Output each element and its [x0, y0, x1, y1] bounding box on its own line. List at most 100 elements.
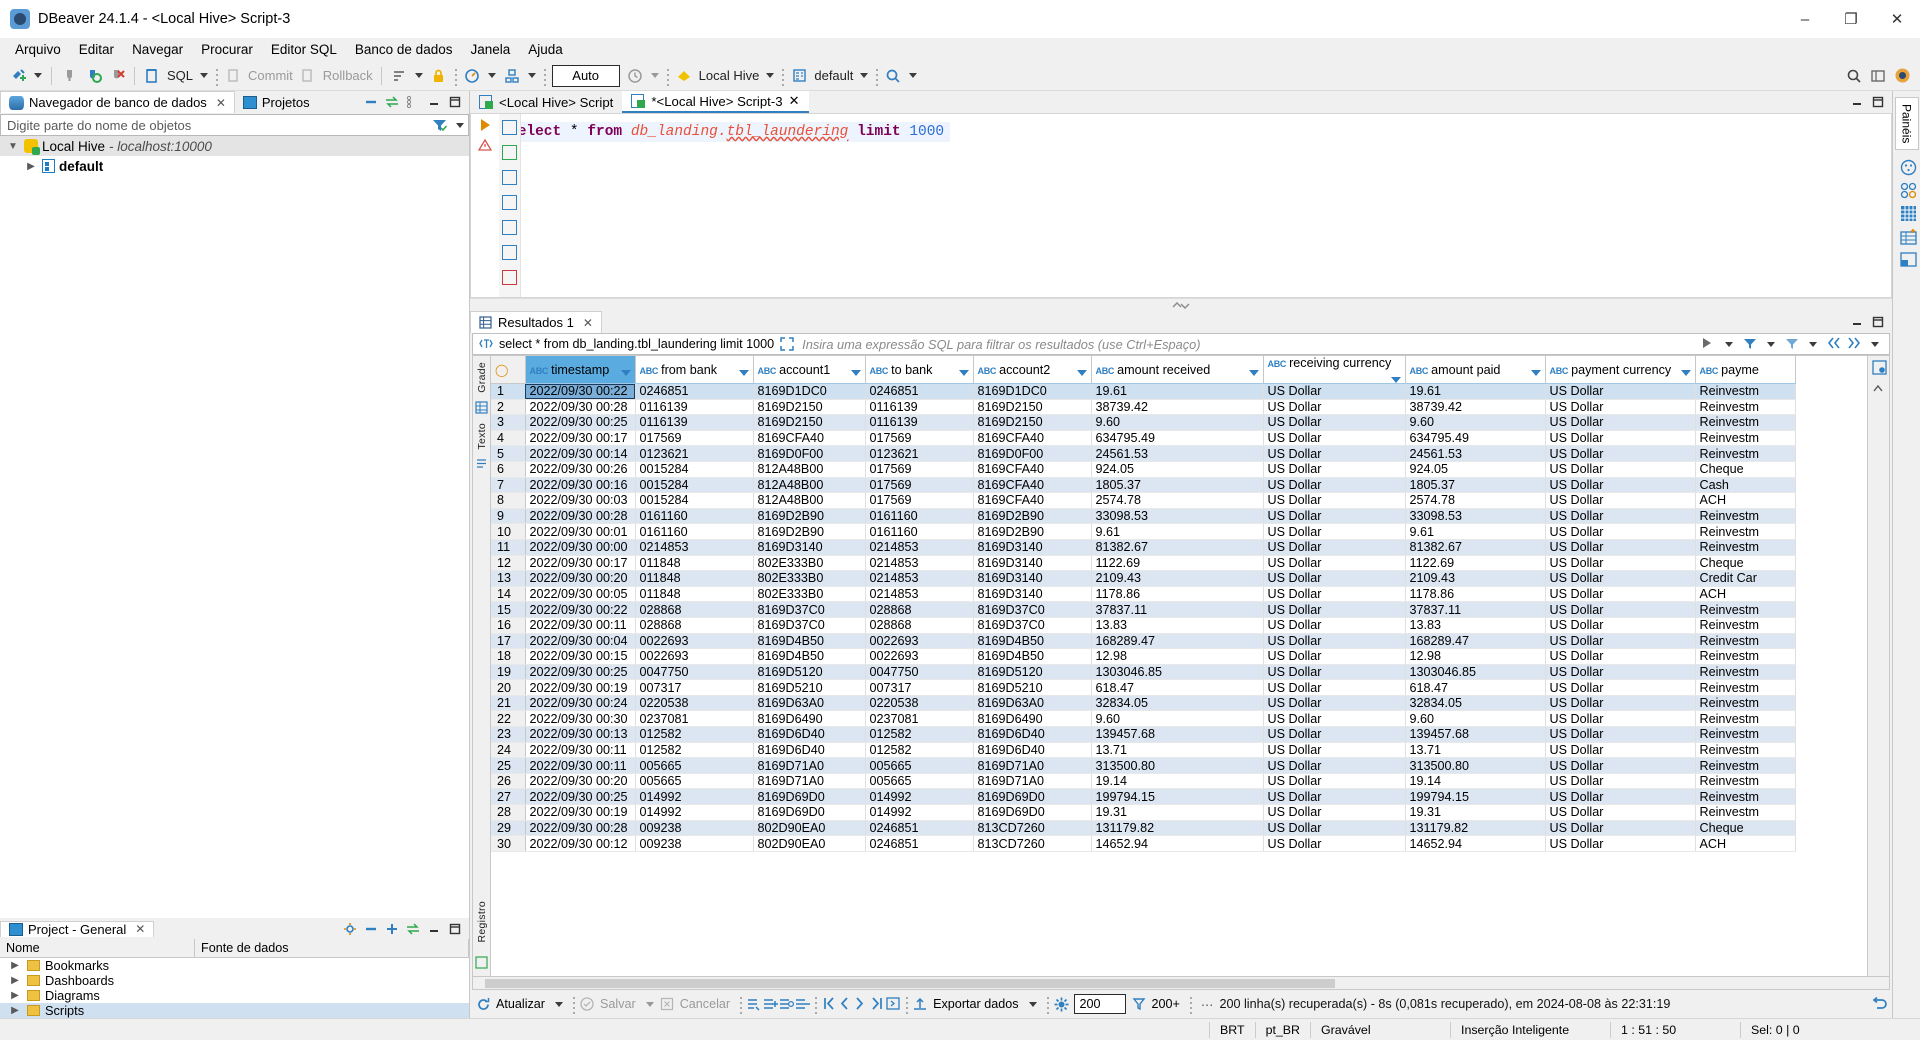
table-cell[interactable]: 13.83 [1405, 617, 1546, 634]
table-cell[interactable]: 005665 [635, 773, 754, 790]
table-cell[interactable]: 8169D4B50 [973, 648, 1092, 665]
table-cell[interactable]: US Dollar [1263, 664, 1406, 681]
table-cell[interactable]: 007317 [865, 679, 974, 696]
table-cell[interactable]: 012582 [635, 742, 754, 759]
table-cell[interactable]: 81382.67 [1405, 539, 1546, 556]
lock-icon[interactable] [427, 64, 451, 88]
table-cell[interactable]: US Dollar [1545, 773, 1696, 790]
presentation-tab-registro[interactable]: Registro [476, 901, 488, 943]
dashboard-dropdown-icon[interactable] [487, 73, 496, 78]
table-cell[interactable]: 2022/09/30 00:28 [525, 508, 636, 525]
panels-tab[interactable]: Painéis [1894, 97, 1919, 151]
table-cell[interactable]: Reinvestm [1695, 601, 1796, 618]
chevron-down-icon[interactable] [738, 369, 749, 376]
list-item-diagrams[interactable]: ▶ Diagrams [0, 988, 469, 1003]
table-cell[interactable]: 8169D69D0 [753, 788, 866, 806]
menu-item-editor-sql[interactable]: Editor SQL [262, 40, 346, 59]
search-global-icon[interactable] [1842, 64, 1866, 88]
table-cell[interactable]: Reinvestm [1695, 430, 1796, 447]
refresh-icon[interactable] [476, 997, 490, 1011]
table-row[interactable]: 20 2022/09/30 00:19 007317 8169D5210 007317 8… [491, 679, 1796, 696]
table-cell[interactable]: US Dollar [1545, 820, 1696, 837]
chevron-down-icon[interactable]: ▼ [6, 141, 20, 152]
table-row[interactable]: 29 2022/09/30 00:28 009238 802D90EA0 0246851… [491, 820, 1796, 837]
tab-resultados-1[interactable]: Resultados 1 ✕ [470, 311, 602, 333]
table-row[interactable]: 25 2022/09/30 00:11 005665 8169D71A0 005665 8… [491, 757, 1796, 774]
table-cell[interactable]: 0015284 [635, 492, 754, 509]
database-tree[interactable]: ▼ Local Hive - localhost:10000 ▶ default [0, 136, 469, 918]
table-row[interactable]: 2 2022/09/30 00:28 0116139 8169D2150 0116139… [491, 399, 1796, 416]
table-cell[interactable]: 2022/09/30 00:20 [525, 570, 636, 587]
refresh-dropdown-icon[interactable] [555, 1001, 563, 1007]
table-cell[interactable]: Reinvestm [1695, 742, 1796, 759]
execute-script-icon[interactable] [502, 195, 517, 210]
row-number-cell[interactable]: 22 [491, 710, 526, 728]
table-cell[interactable]: 618.47 [1091, 679, 1264, 696]
table-cell[interactable]: Reinvestm [1695, 710, 1796, 728]
table-cell[interactable]: 0116139 [865, 399, 974, 416]
table-cell[interactable]: 8169D71A0 [973, 757, 1092, 774]
table-cell[interactable]: 012582 [865, 742, 974, 759]
table-cell[interactable]: 1178.86 [1091, 586, 1264, 603]
table-cell[interactable]: 199794.15 [1091, 788, 1264, 806]
table-cell[interactable]: 802D90EA0 [753, 835, 866, 852]
project-tree[interactable]: ▶ Bookmarks ▶ Dashboards ▶ Diagrams ▶ Sc… [0, 958, 469, 1018]
table-cell[interactable]: 8169D2B90 [973, 508, 1092, 525]
table-cell[interactable]: 37837.11 [1405, 601, 1546, 618]
table-cell[interactable]: 005665 [865, 757, 974, 774]
table-cell[interactable]: 2022/09/30 00:28 [525, 399, 636, 416]
object-filter-input[interactable] [1, 117, 426, 133]
row-number-cell[interactable]: 20 [491, 679, 526, 696]
table-row[interactable]: 7 2022/09/30 00:16 0015284 812A48B00 017569 8… [491, 477, 1796, 494]
fetch-more-button[interactable]: 200+ [1148, 995, 1184, 1013]
minimize-view-icon[interactable] [427, 95, 441, 109]
list-item-scripts[interactable]: ▶ Scripts [0, 1003, 469, 1018]
chevron-right-icon[interactable]: ▶ [8, 990, 22, 1001]
table-cell[interactable]: 14652.94 [1405, 835, 1546, 852]
sql-editor-label[interactable]: SQL [164, 68, 196, 83]
sql-editor-dropdown-icon[interactable] [200, 73, 209, 78]
grouping-panel-icon[interactable] [1900, 182, 1916, 199]
scrollbar-thumb[interactable] [485, 978, 1335, 988]
fetch-all-rows-icon[interactable] [886, 997, 900, 1011]
table-cell[interactable]: 8169D37C0 [753, 601, 866, 618]
table-cell[interactable]: ACH [1695, 586, 1796, 603]
table-cell[interactable]: 8169D63A0 [753, 695, 866, 712]
transaction-mode-dropdown-icon[interactable] [414, 73, 423, 78]
row-number-cell[interactable]: 30 [491, 835, 526, 852]
table-cell[interactable]: 012582 [865, 726, 974, 743]
table-cell[interactable]: 2022/09/30 00:13 [525, 726, 636, 743]
table-cell[interactable]: 19.14 [1405, 773, 1546, 790]
table-cell[interactable]: 0022693 [635, 633, 754, 650]
table-cell[interactable]: 2022/09/30 00:05 [525, 586, 636, 603]
table-cell[interactable]: US Dollar [1263, 804, 1406, 821]
table-row[interactable]: 14 2022/09/30 00:05 011848 802E333B0 0214853… [491, 586, 1796, 603]
table-cell[interactable]: 2022/09/30 00:00 [525, 539, 636, 556]
results-menu-dropdown-icon[interactable] [1871, 341, 1879, 347]
table-cell[interactable]: 011848 [635, 570, 754, 587]
table-cell[interactable]: 0123621 [635, 445, 754, 462]
table-cell[interactable]: 9.61 [1091, 523, 1264, 540]
list-item-dashboards[interactable]: ▶ Dashboards [0, 973, 469, 988]
table-cell[interactable]: 19.14 [1091, 773, 1264, 790]
table-cell[interactable]: Reinvestm [1695, 648, 1796, 665]
table-cell[interactable]: 014992 [865, 804, 974, 821]
maximize-editor-icon[interactable] [1871, 95, 1885, 109]
table-cell[interactable]: 2022/09/30 00:25 [525, 664, 636, 681]
table-cell[interactable]: 1805.37 [1405, 477, 1546, 494]
table-cell[interactable]: 19.31 [1405, 804, 1546, 821]
table-cell[interactable]: 8169D5120 [753, 664, 866, 681]
sql-panel-icon[interactable] [502, 270, 517, 285]
calc-panel-icon[interactable] [1900, 205, 1916, 222]
table-cell[interactable]: US Dollar [1545, 664, 1696, 681]
table-cell[interactable]: US Dollar [1263, 633, 1406, 650]
table-cell[interactable]: 813CD7260 [973, 835, 1092, 852]
references-panel-icon[interactable] [1899, 251, 1917, 268]
table-cell[interactable]: 0246851 [865, 383, 974, 400]
terminate-icon[interactable] [105, 64, 129, 88]
results-grid[interactable]: ◯ ABC timestamp ABC from bank ABC accoun… [490, 355, 1868, 977]
clear-filter-icon[interactable] [1785, 337, 1799, 351]
table-cell[interactable]: 812A48B00 [753, 477, 866, 494]
collapse-all-icon[interactable] [364, 922, 378, 936]
column-header-receiving-currency[interactable]: ABC receiving currency [1263, 356, 1406, 384]
